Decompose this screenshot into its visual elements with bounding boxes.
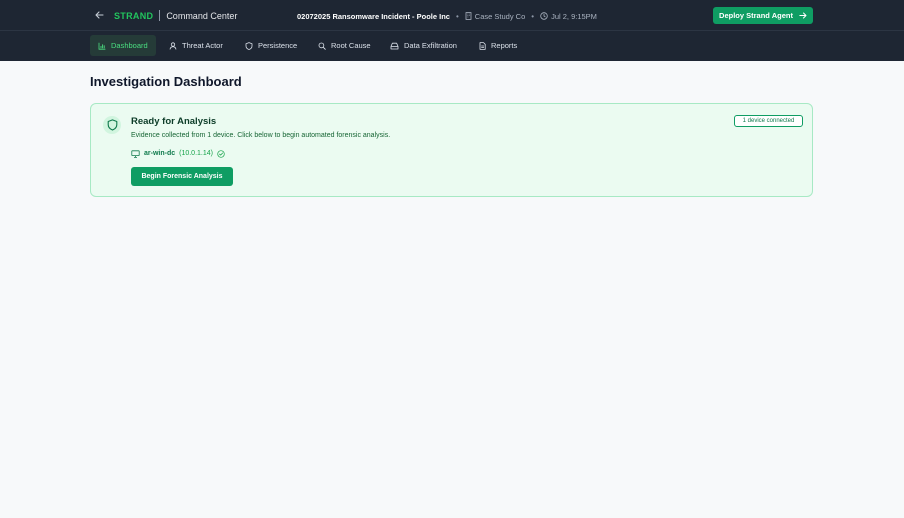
shield-icon bbox=[103, 116, 121, 134]
brand-subtitle: Command Center bbox=[166, 10, 238, 21]
analysis-card: Ready for Analysis Evidence collected fr… bbox=[90, 103, 813, 197]
card-title: Ready for Analysis bbox=[131, 116, 217, 127]
company-meta: Case Study Co bbox=[465, 12, 525, 21]
nav-tab-root-cause[interactable]: Root Cause bbox=[310, 35, 379, 56]
nav-bar: Dashboard Threat Actor Persistence Root … bbox=[0, 31, 904, 61]
arrow-right-icon bbox=[799, 12, 807, 19]
search-icon bbox=[318, 42, 326, 50]
nav-tab-threat-actor[interactable]: Threat Actor bbox=[161, 35, 231, 56]
nav-tab-reports[interactable]: Reports bbox=[471, 35, 525, 56]
shield-icon bbox=[245, 41, 253, 50]
nav-tab-label: Persistence bbox=[258, 41, 298, 50]
building-icon bbox=[465, 12, 472, 20]
bar-chart-icon bbox=[98, 42, 106, 50]
deploy-agent-label: Deploy Strand Agent bbox=[719, 11, 793, 20]
separator-dot: • bbox=[531, 11, 535, 21]
time-meta: Jul 2, 9:15PM bbox=[540, 12, 597, 21]
begin-analysis-button[interactable]: Begin Forensic Analysis bbox=[131, 167, 233, 186]
monitor-icon bbox=[131, 149, 140, 158]
nav-tab-data-exfiltration[interactable]: Data Exfiltration bbox=[382, 35, 465, 56]
drive-icon bbox=[390, 42, 399, 49]
brand-name: STRAND bbox=[114, 10, 154, 21]
page-title: Investigation Dashboard bbox=[90, 74, 242, 89]
company-name: Case Study Co bbox=[474, 11, 526, 21]
nav-tab-label: Reports bbox=[491, 41, 518, 50]
user-icon bbox=[169, 41, 177, 49]
begin-analysis-label: Begin Forensic Analysis bbox=[141, 173, 223, 180]
clock-icon bbox=[540, 12, 548, 20]
device-count-badge: 1 device connected bbox=[734, 115, 803, 127]
check-circle-icon bbox=[217, 149, 225, 158]
nav-tab-label: Root Cause bbox=[331, 41, 371, 50]
nav-tab-label: Dashboard bbox=[111, 41, 148, 50]
device-info: ar-win-dc (10.0.1.14) bbox=[131, 148, 225, 159]
card-description: Evidence collected from 1 device. Click … bbox=[131, 132, 391, 139]
device-ip: (10.0.1.14) bbox=[179, 150, 213, 157]
brand: STRAND Command Center bbox=[114, 9, 237, 22]
incident-title: 02072025 Ransomware Incident - Poole Inc bbox=[297, 11, 450, 21]
nav-tab-dashboard[interactable]: Dashboard bbox=[90, 35, 156, 56]
top-bar: STRAND Command Center 02072025 Ransomwar… bbox=[0, 0, 904, 31]
nav-tab-persistence[interactable]: Persistence bbox=[237, 35, 305, 56]
brand-divider bbox=[159, 10, 161, 21]
separator-dot: • bbox=[455, 11, 459, 21]
nav-tab-label: Threat Actor bbox=[182, 41, 223, 50]
device-name: ar-win-dc bbox=[144, 150, 176, 157]
arrow-left-icon[interactable] bbox=[93, 9, 105, 21]
incident-timestamp: Jul 2, 9:15PM bbox=[551, 11, 597, 21]
incident-info: 02072025 Ransomware Incident - Poole Inc… bbox=[297, 10, 597, 22]
nav-tab-label: Data Exfiltration bbox=[404, 41, 457, 50]
document-icon bbox=[479, 41, 486, 50]
deploy-agent-button[interactable]: Deploy Strand Agent bbox=[713, 7, 813, 24]
